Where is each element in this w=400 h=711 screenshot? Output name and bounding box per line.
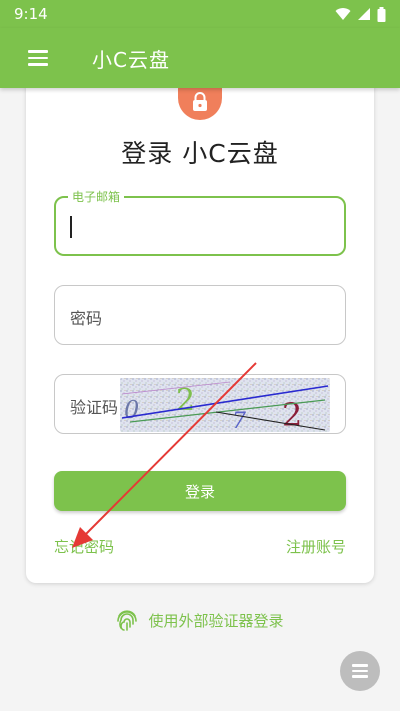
external-login-link[interactable]: 使用外部验证器登录	[0, 608, 400, 632]
menu-icon[interactable]	[28, 41, 62, 75]
captcha-placeholder: 验证码	[70, 398, 119, 417]
email-label: 电子邮箱	[68, 189, 125, 205]
svg-text:0: 0	[124, 396, 139, 424]
login-button[interactable]: 登录	[54, 471, 346, 511]
status-bar: 9:14	[0, 0, 400, 28]
external-login-label: 使用外部验证器登录	[148, 611, 284, 630]
fingerprint-icon	[117, 610, 138, 631]
register-link[interactable]: 注册账号	[286, 536, 346, 557]
password-field[interactable]: 密码	[54, 285, 346, 345]
svg-text:2: 2	[176, 383, 195, 418]
app-title: 小C云盘	[92, 47, 170, 72]
svg-text:7: 7	[232, 409, 246, 432]
login-title: 登录 小C云盘	[121, 139, 279, 168]
app-bar: 小C云盘	[0, 28, 400, 88]
battery-icon	[377, 6, 386, 22]
captcha-image[interactable]: 0 2 7 2	[120, 378, 330, 432]
text-cursor	[70, 216, 72, 238]
signal-icon	[358, 8, 370, 20]
email-field[interactable]: 电子邮箱	[54, 189, 346, 256]
status-time: 9:14	[14, 5, 48, 23]
floating-menu-icon[interactable]	[340, 651, 380, 691]
wifi-icon	[335, 8, 351, 20]
screen: 9:14 小C云盘 登录 小C云盘 电子邮箱 密码 验证码 0 2 7 2 登录…	[0, 0, 400, 711]
forgot-password-link[interactable]: 忘记密码	[54, 536, 114, 557]
captcha-field[interactable]: 验证码 0 2 7 2	[54, 374, 346, 434]
status-icons	[335, 6, 386, 22]
password-placeholder: 密码	[70, 309, 103, 328]
svg-text:2: 2	[282, 396, 302, 432]
